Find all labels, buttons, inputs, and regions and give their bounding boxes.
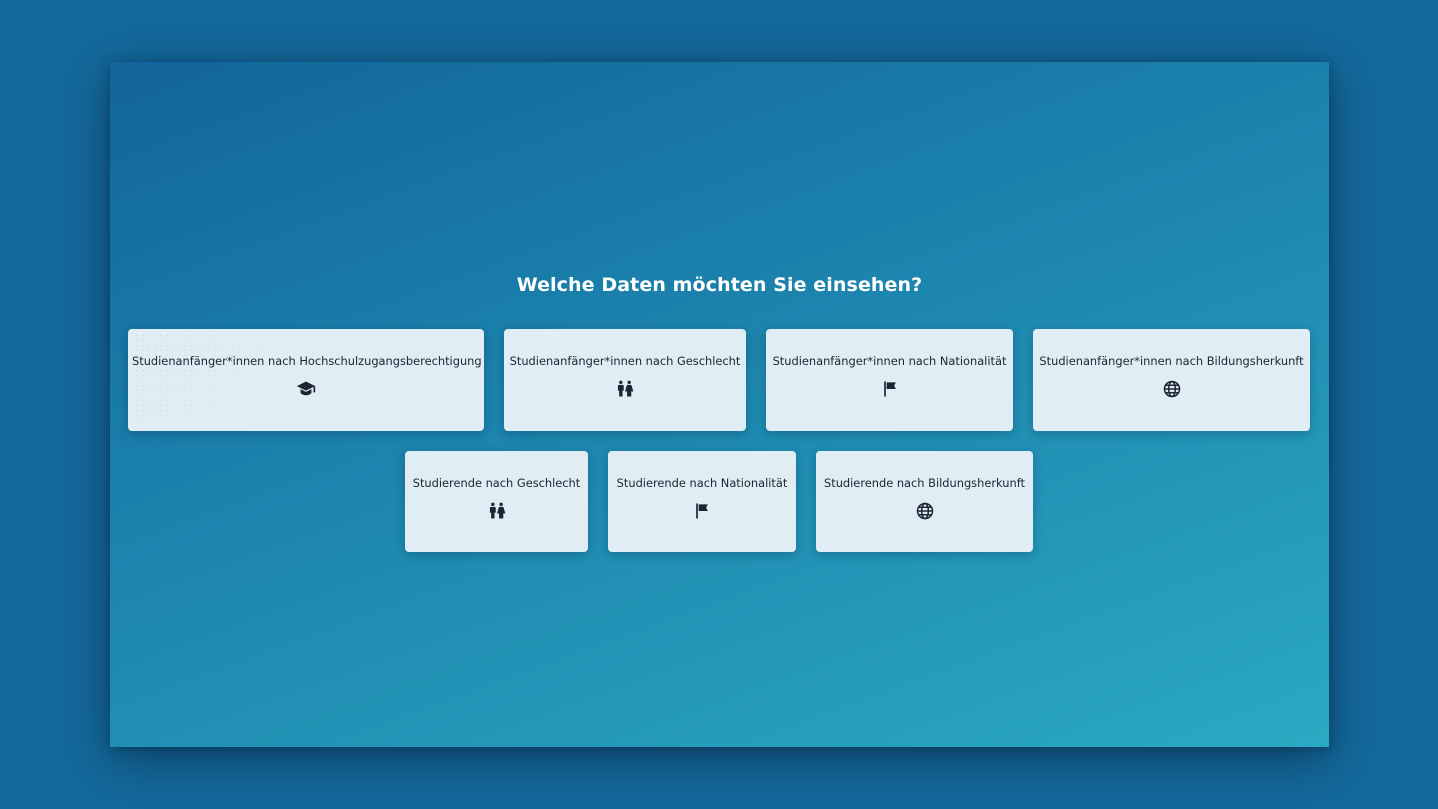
card-studienanfaenger-hzb[interactable]: Studienanfänger*innen nach Hochschulzuga… — [128, 329, 484, 431]
card-studienanfaenger-nationalitaet[interactable]: Studienanfänger*innen nach Nationalität — [766, 329, 1013, 431]
card-texture — [134, 333, 274, 425]
card-label: Studienanfänger*innen nach Hochschulzuga… — [132, 354, 482, 368]
card-studienanfaenger-bildungsherkunft[interactable]: Studienanfänger*innen nach Bildungsherku… — [1033, 329, 1310, 431]
flag-icon — [692, 501, 712, 521]
flag-icon — [880, 379, 900, 399]
card-label: Studienanfänger*innen nach Geschlecht — [509, 354, 741, 368]
card-label: Studierende nach Nationalität — [616, 476, 788, 490]
globe-icon — [1162, 379, 1182, 399]
page-title: Welche Daten möchten Sie einsehen? — [516, 274, 923, 296]
globe-icon — [915, 501, 935, 521]
card-studienanfaenger-geschlecht[interactable]: Studienanfänger*innen nach Geschlecht — [504, 329, 746, 431]
card-label: Studienanfänger*innen nach Nationalität — [772, 354, 1007, 368]
card-studierende-bildungsherkunft[interactable]: Studierende nach Bildungsherkunft — [816, 451, 1033, 552]
main-panel: Welche Daten möchten Sie einsehen? Studi… — [110, 62, 1329, 747]
restroom-icon — [487, 501, 507, 521]
card-studierende-geschlecht[interactable]: Studierende nach Geschlecht — [405, 451, 588, 552]
card-label: Studierende nach Bildungsherkunft — [824, 476, 1025, 490]
card-label: Studienanfänger*innen nach Bildungsherku… — [1039, 354, 1304, 368]
card-studierende-nationalitaet[interactable]: Studierende nach Nationalität — [608, 451, 796, 552]
graduation-cap-icon — [296, 379, 316, 399]
restroom-icon — [615, 379, 635, 399]
card-label: Studierende nach Geschlecht — [412, 476, 581, 490]
